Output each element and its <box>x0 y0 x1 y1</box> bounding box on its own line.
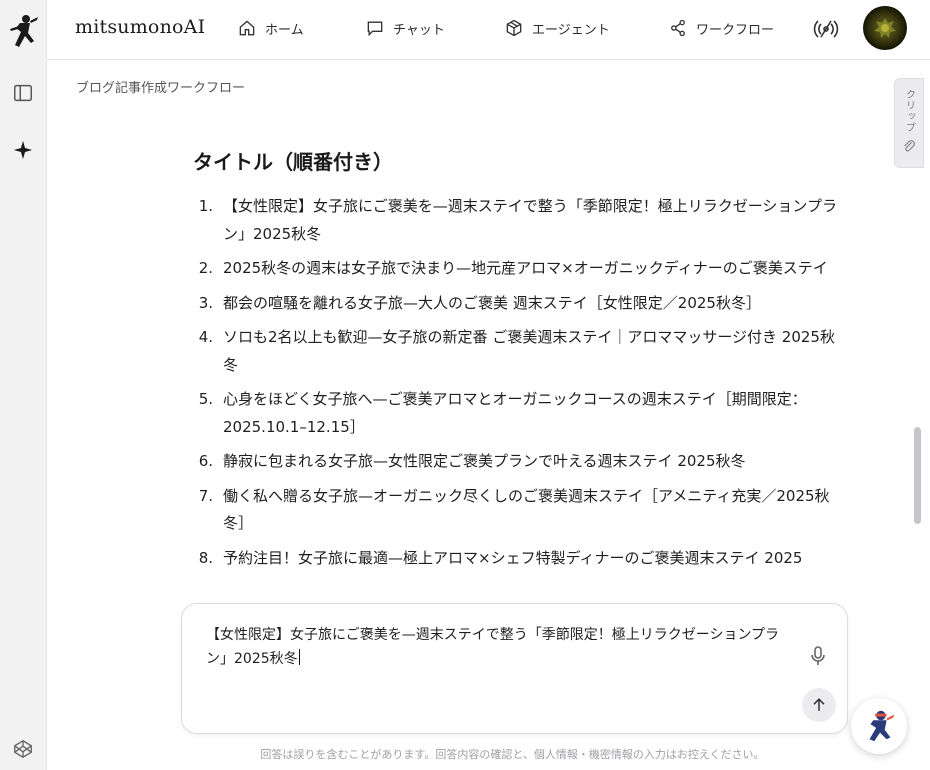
scrollbar-thumb[interactable] <box>914 427 921 524</box>
home-icon <box>239 20 255 36</box>
breadcrumb[interactable]: ブログ記事作成ワークフロー <box>76 77 245 96</box>
nav-home-label: ホーム <box>265 22 304 38</box>
broadcast-icon[interactable] <box>813 16 839 42</box>
sidebar-toggle-icon[interactable] <box>10 80 36 106</box>
cube-icon <box>506 19 522 37</box>
user-avatar[interactable] <box>863 6 907 50</box>
nav-home[interactable]: ホーム <box>237 16 304 40</box>
message-composer[interactable]: 【女性限定】女子旅にご褒美を—週末ステイで整う「季節限定！極上リラクゼーションプ… <box>181 603 848 734</box>
list-item: 2. 2025秋冬の週末は女子旅で決まり—地元産アロマ×オーガニックディナーのご褒… <box>193 255 848 283</box>
list-number: 2. <box>198 259 213 277</box>
nav-workflow-label: ワークフロー <box>696 22 775 38</box>
list-text: ソロも2名以上も歓迎—女子旅の新定番 ご褒美週末ステイ｜アロママッサージ付き 2… <box>223 328 835 374</box>
arrow-up-icon <box>813 698 825 711</box>
nav-agent[interactable]: エージェント <box>504 16 610 40</box>
nav-agent-label: エージェント <box>532 22 610 38</box>
left-rail <box>0 0 47 770</box>
nav-chat[interactable]: チャット <box>365 16 445 40</box>
share-nodes-icon <box>671 19 685 37</box>
message-input[interactable]: 【女性限定】女子旅にご褒美を—週末ステイで整う「季節限定！極上リラクゼーションプ… <box>206 623 796 671</box>
list-text: 心身をほどく女子旅へ—ご褒美アロマとオーガニックコースの週末ステイ［期間限定：2… <box>223 390 807 436</box>
list-number: 4. <box>198 328 213 346</box>
list-number: 3. <box>198 293 213 312</box>
nav-chat-label: チャット <box>393 22 445 38</box>
text-caret <box>298 649 300 665</box>
list-number: 7. <box>198 486 213 505</box>
list-text: 静寂に包まれる女子旅—女性限定ご褒美プランで叶える週末ステイ 2025秋冬 <box>223 452 746 470</box>
list-text: 【女性限定】女子旅にご褒美を—週末ステイで整う「季節限定！極上リラクゼーションプ… <box>223 197 837 243</box>
mic-button[interactable] <box>806 644 830 668</box>
ninja-mascot-icon <box>869 710 895 742</box>
list-number: 5. <box>198 390 213 408</box>
list-item: 7. 働く私へ贈る女子旅—オーガニック尽くしのご褒美週末ステイ［アメニティ充実／2… <box>193 483 848 538</box>
message-input-value: 【女性限定】女子旅にご褒美を—週末ステイで整う「季節限定！極上リラクゼーションプ… <box>206 627 780 667</box>
list-item: 6. 静寂に包まれる女子旅—女性限定ご褒美プランで叶える週末ステイ 2025秋冬 <box>193 448 848 476</box>
chat-icon <box>367 21 383 37</box>
microphone-icon <box>811 646 825 665</box>
main-content: タイトル（順番付き） 1. 【女性限定】女子旅にご褒美を—週末ステイで整う「季節限… <box>193 140 848 600</box>
list-number: 1. <box>198 197 213 215</box>
disclaimer-text: 回答は誤りを含むことがあります。回答内容の確認と、個人情報・機密情報の入力はお控… <box>260 748 765 761</box>
list-number: 8. <box>198 548 213 567</box>
brand-name[interactable]: mitsumonoAI <box>75 16 205 38</box>
nav-workflow[interactable]: ワークフロー <box>668 16 774 40</box>
list-text: 働く私へ贈る女子旅—オーガニック尽くしのご褒美週末ステイ［アメニティ充実／202… <box>223 486 830 533</box>
list-item: 8. 予約注目！女子旅に最適—極上アロマ×シェフ特製ディナーのご褒美週末ステイ 2… <box>193 545 848 573</box>
list-item: 4. ソロも2名以上も歓迎—女子旅の新定番 ご褒美週末ステイ｜アロママッサージ付き… <box>193 324 848 379</box>
top-bar: mitsumonoAI ホーム チャット エージェント ワークフロー <box>47 0 930 60</box>
ninja-logo-icon[interactable] <box>6 13 40 51</box>
list-item: 3. 都会の喧騒を離れる女子旅—大人のご褒美 週末ステイ［女性限定／2025秋冬］ <box>193 290 848 318</box>
list-text: 2025秋冬の週末は女子旅で決まり—地元産アロマ×オーガニックディナーのご褒美ス… <box>223 259 828 277</box>
list-text: 予約注目！女子旅に最適—極上アロマ×シェフ特製ディナーのご褒美週末ステイ 202… <box>223 548 803 567</box>
assistant-helper-button[interactable] <box>851 698 907 754</box>
list-number: 6. <box>198 452 213 470</box>
sparkle-icon[interactable] <box>10 137 36 163</box>
section-heading: タイトル（順番付き） <box>193 150 393 174</box>
send-button[interactable] <box>802 688 836 722</box>
list-text: 都会の喧騒を離れる女子旅—大人のご褒美 週末ステイ［女性限定／2025秋冬］ <box>223 293 761 312</box>
title-list: 1. 【女性限定】女子旅にご褒美を—週末ステイで整う「季節限定！極上リラクゼーショ… <box>193 193 848 572</box>
list-item: 1. 【女性限定】女子旅にご褒美を—週末ステイで整う「季節限定！極上リラクゼーショ… <box>193 193 848 248</box>
list-item: 5. 心身をほどく女子旅へ—ご褒美アロマとオーガニックコースの週末ステイ［期間限定… <box>193 386 848 441</box>
